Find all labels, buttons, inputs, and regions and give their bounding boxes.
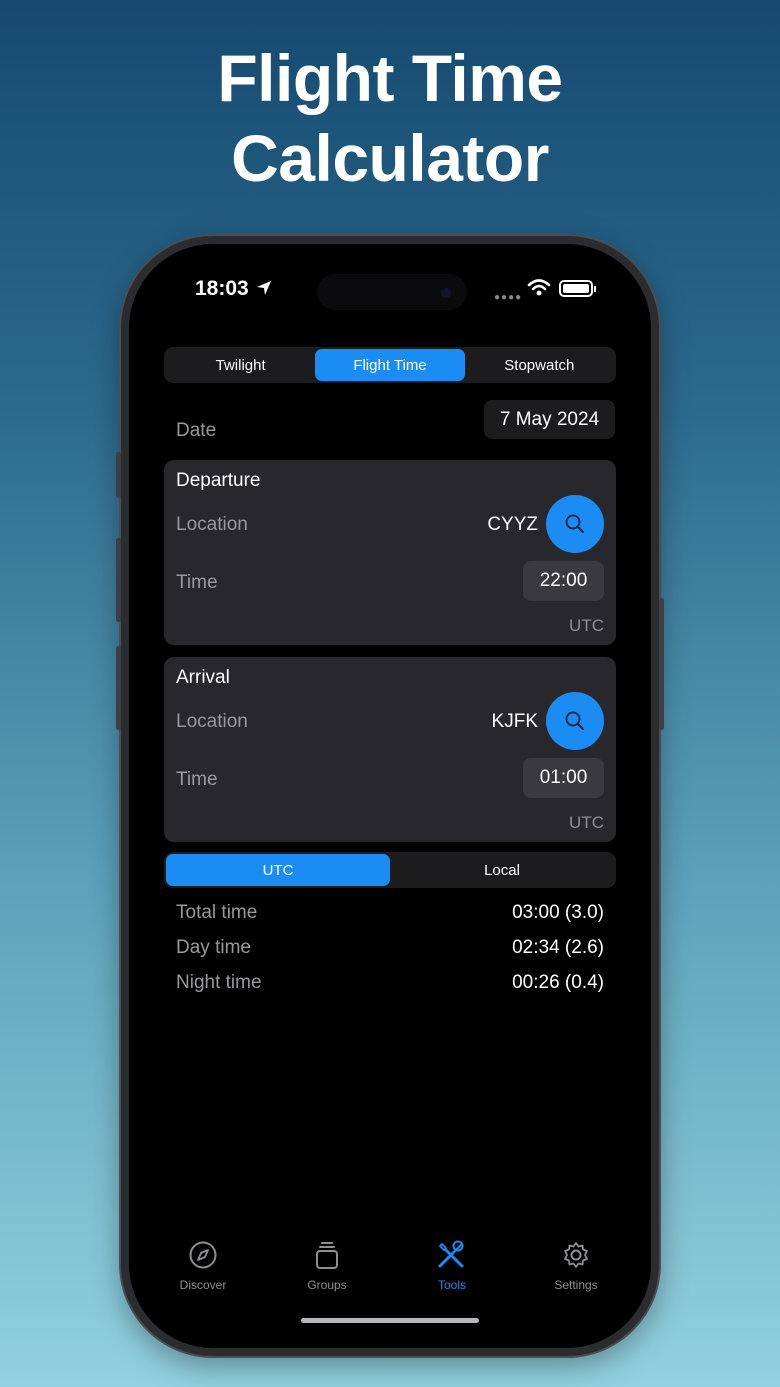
tab-label: Tools [437, 1278, 466, 1292]
signal-dots-icon: ●●●● [494, 292, 523, 303]
tab-utc[interactable]: UTC [166, 854, 390, 886]
tab-label: Groups [307, 1278, 347, 1292]
result-label: Night time [176, 972, 262, 993]
location-arrow-icon [257, 281, 271, 295]
status-bar: 18:03 ●●●● [129, 244, 651, 334]
headline-line-2: Calculator [231, 121, 549, 195]
tab-twilight[interactable]: Twilight [166, 349, 315, 381]
arrival-location-value: KJFK [491, 711, 538, 732]
tab-discover[interactable]: Discover [148, 1240, 258, 1292]
departure-time-label: Time [176, 572, 218, 593]
status-time: 18:03 [195, 277, 249, 300]
result-label: Total time [176, 902, 258, 923]
tab-settings[interactable]: Settings [521, 1240, 631, 1292]
result-value: 02:34 (2.6) [512, 937, 604, 958]
result-value: 00:26 (0.4) [512, 972, 604, 993]
result-row-total: Total time 03:00 (3.0) [176, 902, 604, 924]
date-label: Date [176, 420, 217, 441]
tab-stopwatch[interactable]: Stopwatch [465, 349, 614, 381]
compass-icon [189, 1241, 217, 1269]
camera-icon [441, 288, 451, 298]
volume-down-button [116, 646, 121, 730]
mode-segmented-control: Twilight Flight Time Stopwatch [164, 347, 616, 383]
tools-icon [438, 1240, 464, 1268]
arrival-card: Arrival Location KJFK Time 01:00 UTC [164, 657, 616, 842]
tab-local[interactable]: Local [390, 854, 614, 886]
power-button [659, 598, 664, 730]
departure-timezone: UTC [569, 616, 604, 635]
tab-tools[interactable]: Tools [397, 1240, 507, 1292]
result-row-night: Night time 00:26 (0.4) [176, 972, 604, 994]
arrival-time-picker[interactable]: 01:00 [523, 758, 604, 798]
wifi-icon [527, 279, 551, 296]
arrival-location-label: Location [176, 711, 248, 732]
volume-up-button [116, 538, 121, 622]
arrival-timezone: UTC [569, 813, 604, 832]
result-label: Day time [176, 937, 251, 958]
result-value: 03:00 (3.0) [512, 902, 604, 923]
arrival-title: Arrival [176, 667, 230, 688]
arrival-search-button[interactable] [546, 692, 604, 750]
departure-location-value: CYYZ [487, 514, 538, 535]
date-picker[interactable]: 7 May 2024 [484, 400, 615, 439]
departure-search-button[interactable] [546, 495, 604, 553]
departure-title: Departure [176, 470, 261, 491]
tab-bar: Discover Groups Tools Settings [129, 1240, 651, 1300]
tab-label: Discover [179, 1278, 227, 1292]
tab-label: Settings [554, 1278, 598, 1292]
timezone-segmented-control: UTC Local [164, 852, 616, 888]
battery-icon [559, 280, 596, 297]
stack-icon [316, 1242, 338, 1269]
headline: Flight Time Calculator [0, 38, 780, 198]
tab-groups[interactable]: Groups [272, 1240, 382, 1292]
search-icon [565, 514, 585, 534]
phone-screen: 18:03 ●●●● Twilight Flight Time Stopwatc… [129, 244, 651, 1348]
departure-location-label: Location [176, 514, 248, 535]
headline-line-1: Flight Time [217, 41, 563, 115]
result-row-day: Day time 02:34 (2.6) [176, 937, 604, 959]
gear-icon [564, 1242, 588, 1268]
departure-time-picker[interactable]: 22:00 [523, 561, 604, 601]
search-icon [565, 711, 585, 731]
departure-card: Departure Location CYYZ Time 22:00 UTC [164, 460, 616, 645]
home-indicator[interactable] [301, 1318, 479, 1323]
arrival-time-label: Time [176, 769, 218, 790]
tab-flight-time[interactable]: Flight Time [315, 349, 465, 381]
action-button [116, 452, 121, 498]
